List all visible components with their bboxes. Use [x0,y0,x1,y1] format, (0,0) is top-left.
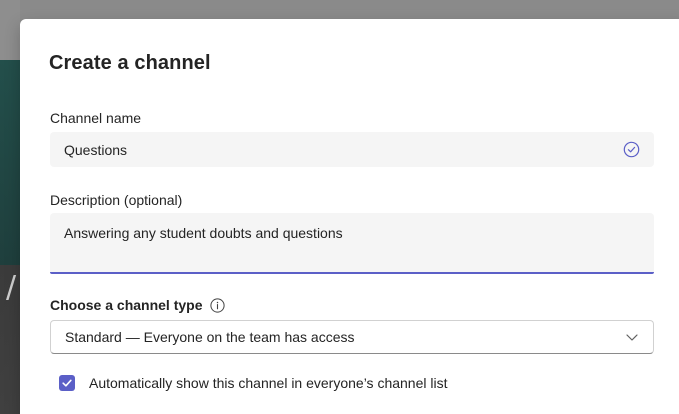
chevron-down-icon [625,330,639,344]
channel-type-dropdown[interactable]: Standard — Everyone on the team has acce… [50,320,654,354]
auto-show-checkbox[interactable] [59,375,75,391]
channel-type-label: Choose a channel type [50,297,203,313]
backdrop-top-band [0,0,679,10]
description-textarea[interactable]: Answering any student doubts and questio… [50,213,654,274]
auto-show-option: Automatically show this channel in every… [59,375,448,391]
channel-type-selected: Standard — Everyone on the team has acce… [65,329,355,345]
channel-name-label: Channel name [50,110,142,126]
backdrop-partial-glyph: / [6,270,17,305]
info-icon[interactable] [210,297,226,313]
checkmark-icon [62,379,72,387]
auto-show-label[interactable]: Automatically show this channel in every… [89,375,448,391]
check-circle-icon [623,141,640,158]
dialog-title: Create a channel [49,52,211,74]
channel-name-input[interactable]: Questions [50,132,654,167]
channel-name-value: Questions [64,141,128,158]
description-value: Answering any student doubts and questio… [64,225,343,241]
channel-type-heading: Choose a channel type [50,297,226,313]
backdrop-left-strip [0,0,20,414]
description-label: Description (optional) [50,192,183,208]
create-channel-dialog: Create a channel Channel name Questions … [20,19,679,414]
